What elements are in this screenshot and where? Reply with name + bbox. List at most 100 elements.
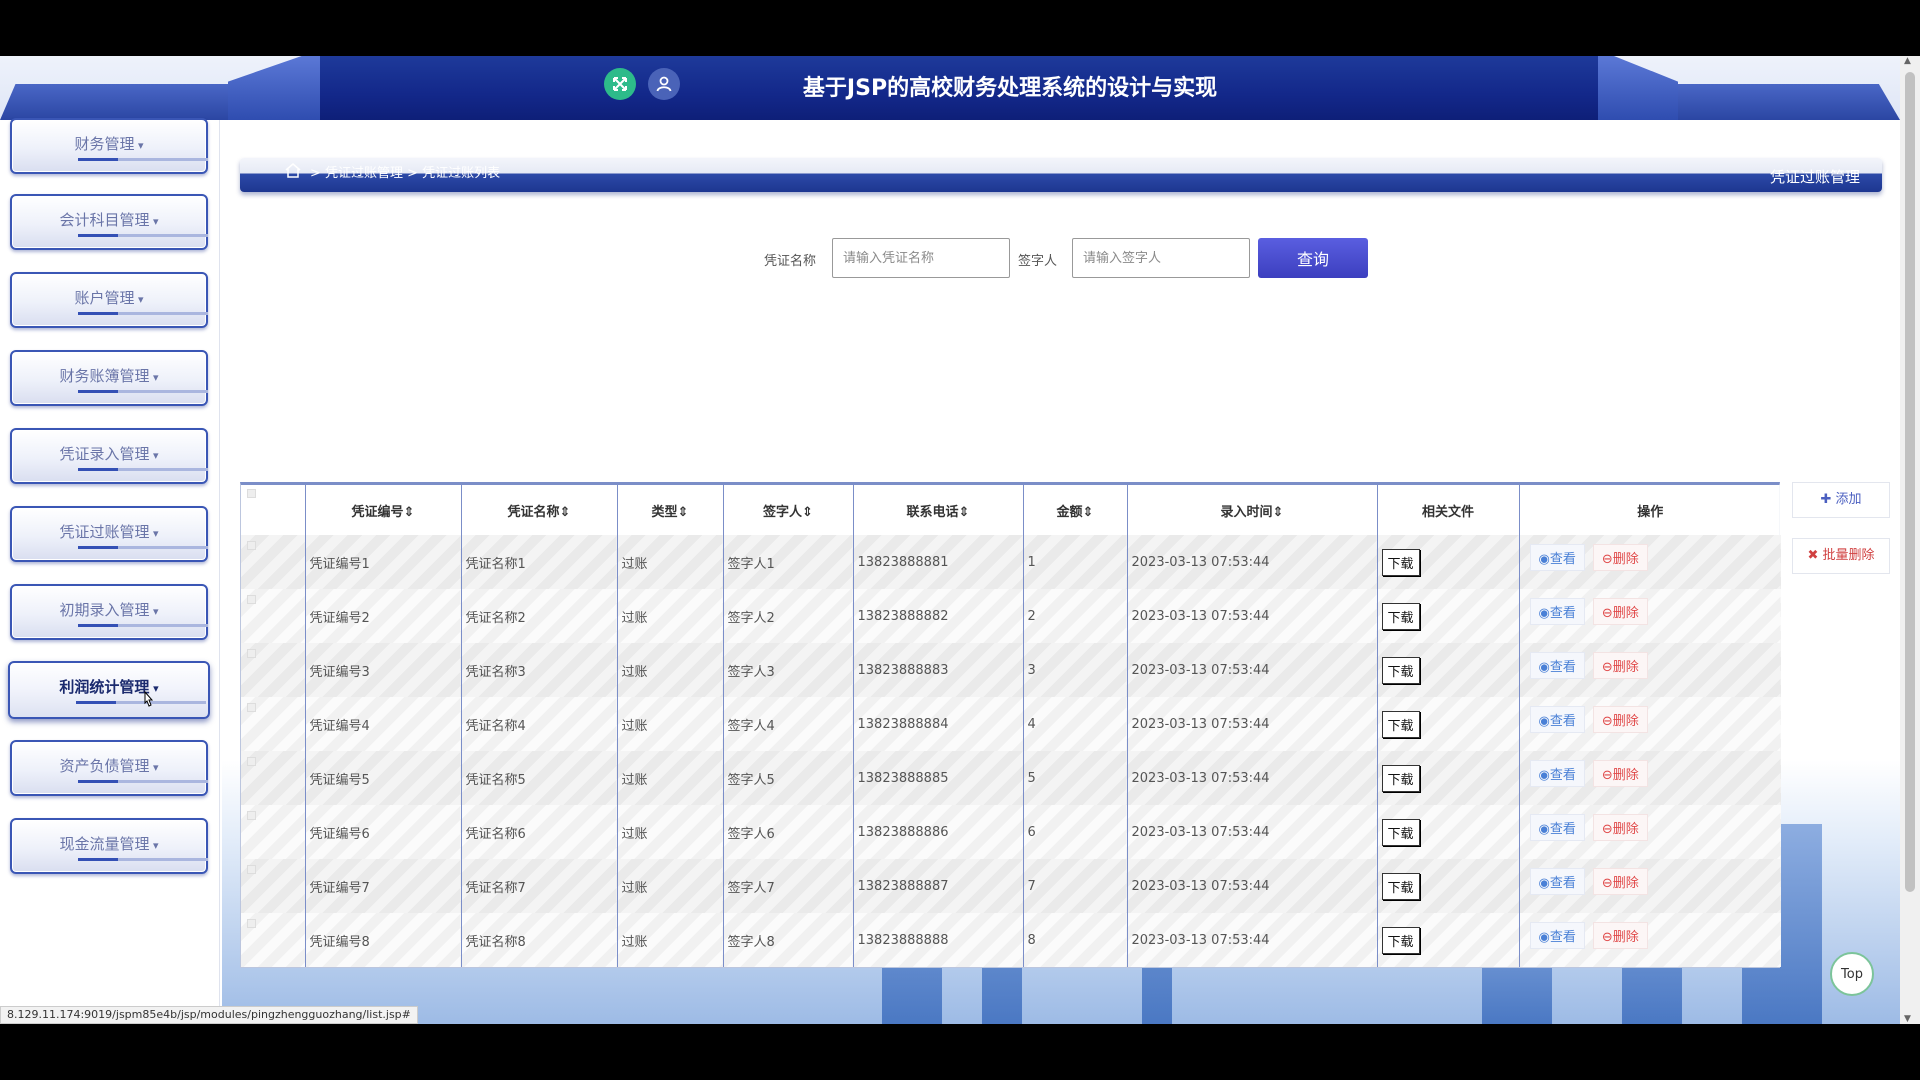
checkbox[interactable] [247,540,256,550]
checkbox[interactable] [247,756,256,766]
cell-time: 2023-03-13 07:53:44 [1127,751,1378,805]
row-checkbox-cell[interactable] [241,643,306,697]
view-button[interactable]: ◉查看 [1529,705,1585,733]
delete-button[interactable]: ⊖删除 [1592,867,1648,895]
download-button[interactable]: 下载 [1381,764,1420,792]
column-header-phone[interactable]: 联系电话⇕ [853,485,1024,535]
view-button[interactable]: ◉查看 [1529,921,1585,949]
checkbox[interactable] [247,864,256,874]
column-header-amount[interactable]: 金额⇕ [1023,485,1128,535]
cell-phone: 13823888886 [853,805,1024,859]
sidebar-item-initial-entry[interactable]: 初期录入管理 [10,584,208,640]
row-checkbox-cell[interactable] [241,751,306,805]
delete-button[interactable]: ⊖删除 [1592,651,1648,679]
column-header-time[interactable]: 录入时间⇕ [1127,485,1378,535]
view-button[interactable]: ◉查看 [1529,597,1585,625]
sort-icon[interactable]: ⇕ [959,505,970,520]
row-checkbox-cell[interactable] [241,913,306,967]
table-row: 凭证编号3 凭证名称3 过账 签字人3 13823888883 3 2023-03-13 0… [241,643,1781,697]
delete-button[interactable]: ⊖删除 [1592,813,1648,841]
column-header-type[interactable]: 类型⇕ [617,485,724,535]
column-header-code[interactable]: 凭证编号⇕ [305,485,462,535]
view-button[interactable]: ◉查看 [1529,759,1585,787]
sidebar-item-accounting-subject[interactable]: 会计科目管理 [10,194,208,250]
query-button[interactable]: 查询 [1258,238,1368,278]
app-header: 基于JSP的高校财务处理系统的设计与实现 [0,56,1900,120]
cell-name: 凭证名称1 [461,535,618,589]
sidebar-item-profit-stats[interactable]: 利润统计管理 [8,661,210,719]
sidebar-item-label: 凭证录入管理 [12,443,206,464]
browser-viewport: 基于JSP的高校财务处理系统的设计与实现 财务管理 会计科目管理 账户管理 财务… [0,56,1920,1024]
delete-button[interactable]: ⊖删除 [1592,543,1648,571]
expand-icon[interactable] [604,68,636,100]
sidebar-item-voucher-entry[interactable]: 凭证录入管理 [10,428,208,484]
cell-phone: 13823888881 [853,535,1024,589]
sidebar-item-account[interactable]: 账户管理 [10,272,208,328]
sidebar-item-label: 初期录入管理 [12,599,206,620]
select-all-checkbox[interactable] [241,485,306,535]
voucher-name-input[interactable] [832,238,1010,278]
column-header-files: 相关文件 [1377,485,1520,535]
view-button[interactable]: ◉查看 [1529,543,1585,571]
row-checkbox-cell[interactable] [241,535,306,589]
home-icon[interactable] [284,162,302,178]
delete-button[interactable]: ⊖删除 [1592,759,1648,787]
sort-icon[interactable]: ⇕ [1083,505,1094,520]
view-button[interactable]: ◉查看 [1529,867,1585,895]
cell-name: 凭证名称4 [461,697,618,751]
download-button[interactable]: 下载 [1381,926,1420,954]
scrollbar-thumb[interactable] [1905,72,1915,892]
cell-name: 凭证名称5 [461,751,618,805]
sidebar-item-cash-flow[interactable]: 现金流量管理 [10,818,208,874]
delete-button[interactable]: ⊖删除 [1592,597,1648,625]
sidebar-item-balance-sheet[interactable]: 资产负债管理 [10,740,208,796]
column-header-name[interactable]: 凭证名称⇕ [461,485,618,535]
breadcrumb-section-title: 凭证过账管理 [1769,168,1860,186]
download-button[interactable]: 下载 [1381,656,1420,684]
download-button[interactable]: 下载 [1381,872,1420,900]
view-button[interactable]: ◉查看 [1529,813,1585,841]
download-button[interactable]: 下载 [1381,710,1420,738]
cell-code: 凭证编号5 [305,751,462,805]
view-button[interactable]: ◉查看 [1529,651,1585,679]
sidebar-item-finance[interactable]: 财务管理 [10,118,208,174]
page-scrollbar[interactable]: ▲ ▼ [1900,56,1920,1024]
download-button[interactable]: 下载 [1381,548,1420,576]
row-checkbox-cell[interactable] [241,805,306,859]
sort-icon[interactable]: ⇕ [404,505,415,520]
checkbox[interactable] [247,488,256,498]
sort-icon[interactable]: ⇕ [678,505,689,520]
minus-circle-icon: ⊖ [1601,551,1613,567]
row-checkbox-cell[interactable] [241,859,306,913]
sort-icon[interactable]: ⇕ [560,505,571,520]
sort-icon[interactable]: ⇕ [802,505,813,520]
download-button[interactable]: 下载 [1381,818,1420,846]
checkbox[interactable] [247,702,256,712]
delete-button[interactable]: ⊖删除 [1592,921,1648,949]
column-header-signer[interactable]: 签字人⇕ [723,485,854,535]
checkbox[interactable] [247,810,256,820]
cell-files: 下载 [1377,697,1520,751]
breadcrumb-path: > 凭证过账管理 > 凭证过账列表 [310,166,501,181]
user-icon[interactable] [648,68,680,100]
scroll-down-icon[interactable]: ▼ [1904,1014,1911,1024]
back-to-top-button[interactable]: Top [1830,952,1874,996]
checkbox[interactable] [247,918,256,928]
table-row: 凭证编号1 凭证名称1 过账 签字人1 13823888881 1 2023-03-13 0… [241,535,1781,589]
checkbox[interactable] [247,648,256,658]
row-checkbox-cell[interactable] [241,697,306,751]
scroll-up-icon[interactable]: ▲ [1904,56,1911,66]
add-button[interactable]: ✚ 添加 [1792,482,1890,518]
sidebar-item-decoration [78,780,208,783]
checkbox[interactable] [247,594,256,604]
batch-delete-button[interactable]: ✖ 批量删除 [1792,538,1890,574]
download-button[interactable]: 下载 [1381,602,1420,630]
cell-signer: 签字人4 [723,697,854,751]
sort-icon[interactable]: ⇕ [1273,505,1284,520]
cell-phone: 13823888884 [853,697,1024,751]
delete-button[interactable]: ⊖删除 [1592,705,1648,733]
sidebar-item-ledger[interactable]: 财务账簿管理 [10,350,208,406]
row-checkbox-cell[interactable] [241,589,306,643]
signer-input[interactable] [1072,238,1250,278]
sidebar-item-voucher-posting[interactable]: 凭证过账管理 [10,506,208,562]
